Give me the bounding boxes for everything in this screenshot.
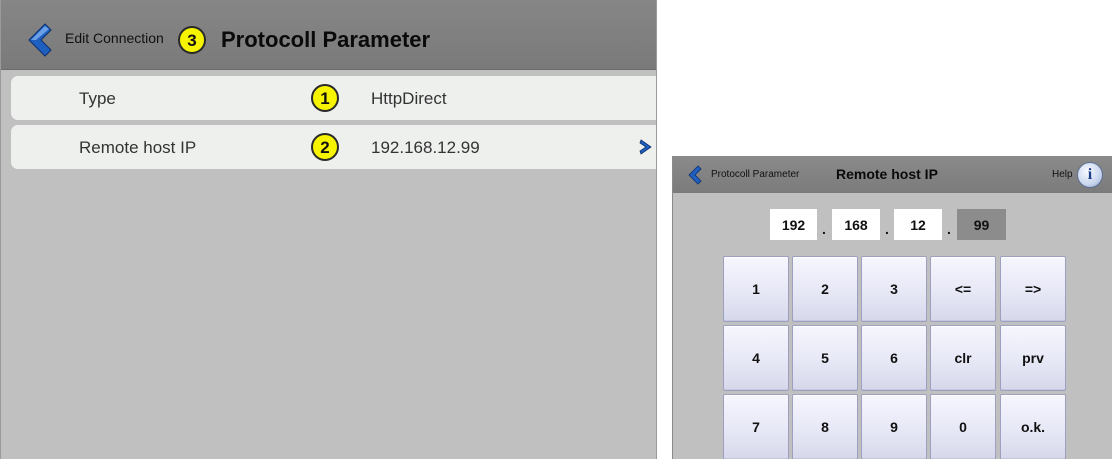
key-4[interactable]: 4	[723, 325, 789, 391]
ip-separator: .	[947, 221, 951, 237]
ip-octet-1-field[interactable]: 192	[770, 209, 817, 240]
header-bar: Edit Connection 3 Protocoll Parameter	[1, 0, 656, 70]
back-button-label[interactable]: Protocoll Parameter	[711, 169, 799, 180]
key-8[interactable]: 8	[792, 394, 858, 459]
callout-badge-3: 3	[178, 26, 206, 54]
chevron-right-icon[interactable]	[639, 139, 653, 155]
key-previous-field[interactable]: <=	[930, 256, 996, 322]
keypad-header-bar: Protocoll Parameter Remote host IP Help …	[673, 157, 1112, 193]
key-6[interactable]: 6	[861, 325, 927, 391]
ip-separator: .	[822, 221, 826, 237]
list-item-type[interactable]: Type 1 HttpDirect	[11, 76, 656, 120]
keypad-title: Remote host IP	[836, 166, 938, 182]
key-prv[interactable]: prv	[1000, 325, 1066, 391]
ip-octet-2-field[interactable]: 168	[832, 209, 880, 240]
back-button-label[interactable]: Edit Connection	[65, 30, 164, 46]
ip-octet-4-field[interactable]: 99	[957, 209, 1006, 240]
key-7[interactable]: 7	[723, 394, 789, 459]
ip-octet-3-field[interactable]: 12	[894, 209, 942, 240]
list-item-value: 192.168.12.99	[371, 138, 480, 157]
key-next-field[interactable]: =>	[1000, 256, 1066, 322]
key-clear[interactable]: clr	[930, 325, 996, 391]
key-1[interactable]: 1	[723, 256, 789, 322]
help-label[interactable]: Help	[1052, 169, 1073, 180]
key-ok[interactable]: o.k.	[1000, 394, 1066, 459]
key-9[interactable]: 9	[861, 394, 927, 459]
key-2[interactable]: 2	[792, 256, 858, 322]
callout-badge-1: 1	[311, 84, 339, 112]
key-5[interactable]: 5	[792, 325, 858, 391]
info-icon[interactable]: i	[1077, 162, 1103, 188]
protocol-parameter-screen: Edit Connection 3 Protocoll Parameter Ty…	[0, 0, 657, 459]
page-title: Protocoll Parameter	[221, 27, 431, 52]
list-item-label: Remote host IP	[79, 138, 197, 157]
list-item-value: HttpDirect	[371, 89, 447, 108]
list-item-remote-host-ip[interactable]: Remote host IP 2 192.168.12.99	[11, 125, 656, 169]
back-arrow-icon[interactable]	[687, 165, 703, 185]
key-0[interactable]: 0	[930, 394, 996, 459]
ip-separator: .	[885, 221, 889, 237]
ip-keypad-screen: Protocoll Parameter Remote host IP Help …	[672, 156, 1112, 459]
callout-badge-2: 2	[311, 133, 339, 161]
back-arrow-icon[interactable]	[25, 22, 53, 58]
key-3[interactable]: 3	[861, 256, 927, 322]
list-item-label: Type	[79, 89, 116, 108]
